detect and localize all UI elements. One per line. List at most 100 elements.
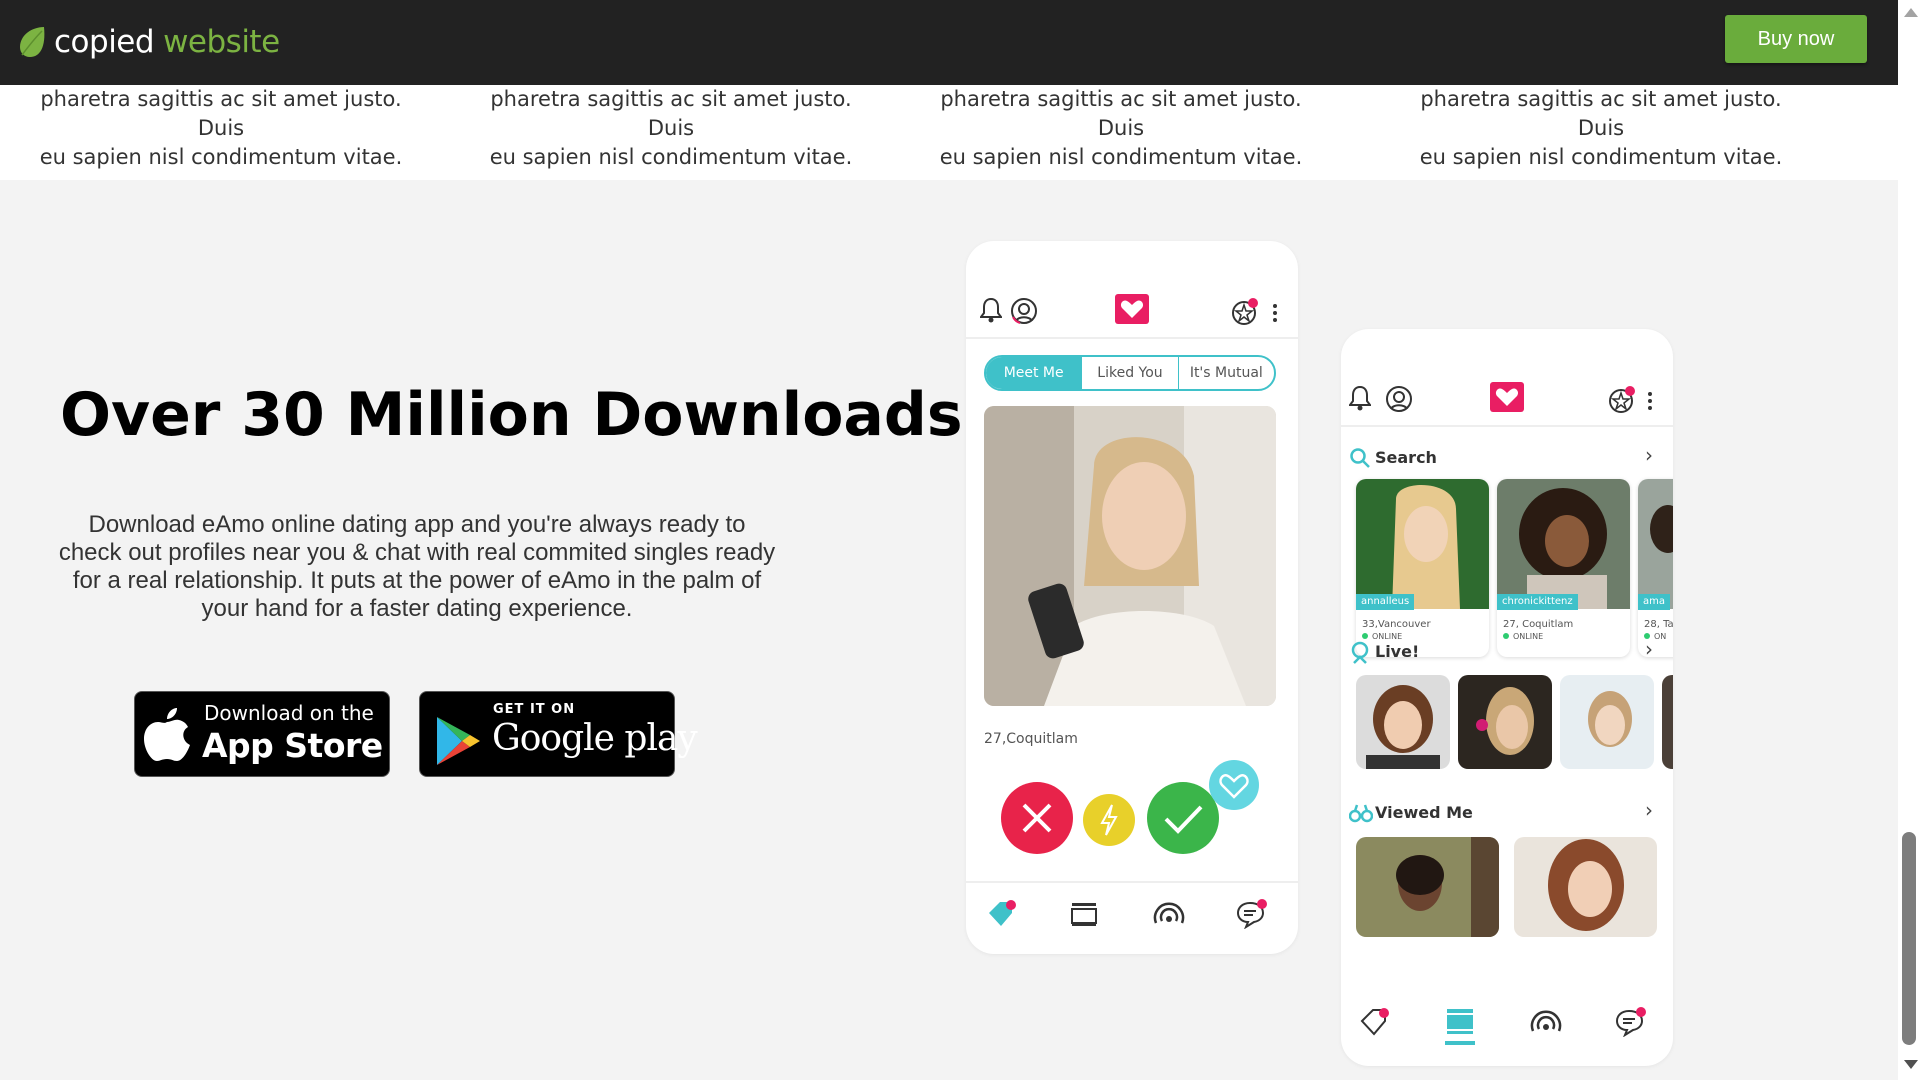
chat-nav-icon[interactable] — [1615, 1007, 1647, 1037]
card-username: ama — [1638, 594, 1670, 610]
card-status-text: ONLINE — [1372, 632, 1403, 641]
feature-text-1: pharetra sagittis ac sit amet justo. Dui… — [21, 85, 421, 172]
online-dot-icon — [1362, 633, 1368, 639]
more-options-icon[interactable] — [1647, 391, 1653, 411]
heart-logo-icon — [1490, 382, 1524, 412]
card-photo — [1638, 479, 1673, 609]
card-status-text: ONLINE — [1513, 632, 1544, 641]
phone-bottom-nav — [1341, 1001, 1673, 1061]
viewed-thumb-photo — [1356, 837, 1499, 937]
section-title: Over 30 Million Downloads — [60, 380, 963, 450]
divider — [1341, 425, 1673, 427]
scrollbar-thumb[interactable] — [1902, 832, 1916, 1045]
site-logo[interactable]: copied website — [18, 22, 280, 62]
app-store-big-text: App Store — [202, 726, 383, 765]
search-label[interactable]: Search — [1375, 448, 1437, 467]
bell-icon — [1349, 385, 1371, 411]
card-location: 33,Vancouver — [1362, 619, 1431, 630]
live-thumb[interactable] — [1458, 675, 1552, 769]
feature-line: eu sapien nisl condimentum vitae. — [489, 145, 853, 169]
live-nav-icon[interactable] — [1152, 899, 1186, 929]
live-thumb[interactable] — [1662, 675, 1673, 769]
logo-word-website: website — [163, 24, 280, 60]
profile-card[interactable]: ama 28, Ta ON — [1638, 479, 1673, 657]
viewed-thumb[interactable] — [1356, 837, 1499, 937]
section-description: Download eAmo online dating app and you'… — [58, 511, 776, 622]
meet-me-tabs: Meet Me Liked You It's Mutual — [984, 355, 1276, 391]
profile-icon — [1386, 386, 1412, 412]
google-play-button[interactable]: GET IT ON Google play — [419, 691, 698, 777]
top-navbar: copied website Buy now — [0, 0, 1898, 85]
feature-text-2: pharetra sagittis ac sit amet justo. Dui… — [471, 85, 871, 172]
scroll-down-arrow-icon[interactable] — [1904, 1060, 1918, 1069]
feature-line: pharetra sagittis ac sit amet justo. Dui… — [40, 87, 402, 140]
live-thumb-photo — [1356, 675, 1450, 769]
card-status-text: ON — [1654, 632, 1667, 641]
card-location: 28, Ta — [1644, 619, 1673, 630]
divider — [966, 337, 1298, 339]
tag-nav-icon[interactable] — [1359, 1007, 1391, 1037]
chat-nav-icon[interactable] — [1236, 899, 1268, 929]
leaf-logo-icon — [20, 27, 45, 57]
chevron-right-icon[interactable]: › — [1645, 798, 1653, 822]
viewed-thumb[interactable] — [1514, 837, 1657, 937]
online-dot-icon — [1503, 633, 1509, 639]
live-nav-icon[interactable] — [1529, 1007, 1563, 1037]
feature-text-4: pharetra sagittis ac sit amet justo. Dui… — [1401, 85, 1801, 172]
cards-nav-icon[interactable] — [1070, 901, 1098, 927]
feature-line: eu sapien nisl condimentum vitae. — [939, 145, 1303, 169]
app-store-button[interactable]: Download on the App Store — [134, 691, 390, 777]
tab-its-mutual[interactable]: It's Mutual — [1179, 357, 1274, 389]
chevron-right-icon[interactable]: › — [1645, 443, 1653, 467]
bell-icon — [980, 297, 1002, 323]
more-options-icon[interactable] — [1272, 303, 1278, 323]
live-label[interactable]: Live! — [1375, 642, 1419, 661]
profile-photo-image — [984, 406, 1276, 706]
google-play-small-text: GET IT ON — [493, 702, 576, 717]
phone-bottom-nav — [966, 891, 1298, 951]
boost-icon — [1232, 298, 1258, 325]
tag-nav-icon[interactable] — [986, 899, 1018, 929]
viewed-me-label[interactable]: Viewed Me — [1375, 803, 1473, 822]
binoculars-icon — [1349, 804, 1373, 823]
card-status: ONLINE — [1362, 632, 1402, 641]
viewed-thumb-photo — [1514, 837, 1657, 937]
feature-line: eu sapien nisl condimentum vitae. — [39, 145, 403, 169]
card-username: annalleus — [1356, 594, 1415, 610]
dislike-icon[interactable] — [1000, 781, 1074, 855]
chevron-right-icon[interactable]: › — [1645, 637, 1653, 661]
app-store-small-text: Download on the — [204, 701, 374, 725]
feature-line: pharetra sagittis ac sit amet justo. Dui… — [1420, 87, 1782, 140]
heart-logo-icon — [1115, 294, 1149, 324]
profile-card[interactable]: annalleus 33,Vancouver ONLINE — [1356, 479, 1489, 657]
live-thumb-photo — [1458, 675, 1552, 769]
card-username: chronickittenz — [1497, 594, 1578, 610]
cards-nav-icon[interactable] — [1445, 1007, 1475, 1047]
divider — [966, 881, 1298, 883]
card-photo — [1356, 479, 1489, 609]
super-like-heart-icon[interactable] — [1208, 759, 1260, 811]
phone-mockup-browse: Search › annalleus 33,Vancouver ONLINE c… — [1341, 329, 1673, 1066]
search-icon — [1350, 448, 1370, 468]
tab-meet-me[interactable]: Meet Me — [986, 357, 1083, 389]
feature-line: pharetra sagittis ac sit amet justo. Dui… — [940, 87, 1302, 140]
live-person-icon — [1351, 641, 1369, 664]
phone-topbar — [966, 291, 1298, 331]
live-thumb[interactable] — [1560, 675, 1654, 769]
live-thumb-photo — [1662, 675, 1673, 769]
logo-word-copied: copied — [54, 24, 155, 60]
feature-text-3: pharetra sagittis ac sit amet justo. Dui… — [921, 85, 1321, 172]
tab-liked-you[interactable]: Liked You — [1082, 357, 1179, 389]
feature-line: eu sapien nisl condimentum vitae. — [1419, 145, 1783, 169]
apple-icon — [144, 708, 190, 761]
profile-photo[interactable] — [984, 406, 1276, 706]
flash-icon[interactable] — [1082, 793, 1136, 847]
buy-now-button[interactable]: Buy now — [1725, 15, 1867, 63]
profile-card[interactable]: chronickittenz 27, Coquitlam ONLINE — [1497, 479, 1630, 657]
feature-line: pharetra sagittis ac sit amet justo. Dui… — [490, 87, 852, 140]
profile-icon — [1011, 298, 1037, 324]
features-strip: pharetra sagittis ac sit amet justo. Dui… — [0, 85, 1898, 180]
scroll-up-arrow-icon[interactable] — [1904, 8, 1918, 17]
card-status: ONLINE — [1503, 632, 1543, 641]
live-thumb[interactable] — [1356, 675, 1450, 769]
